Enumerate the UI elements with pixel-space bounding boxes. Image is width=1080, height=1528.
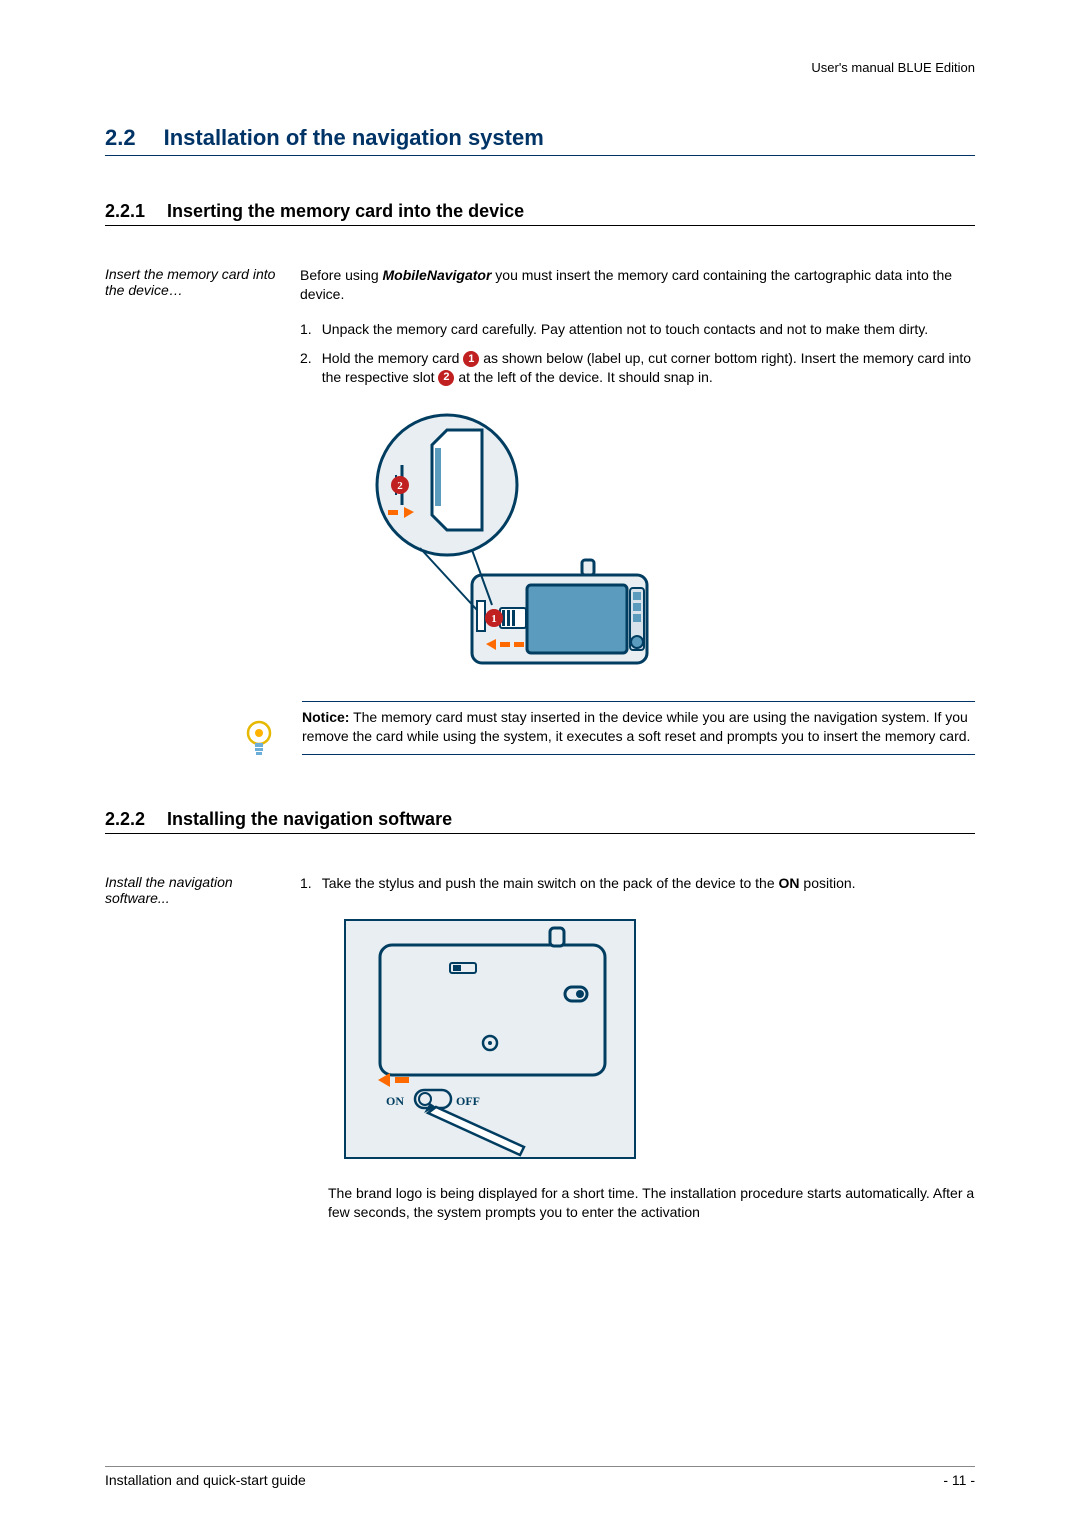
notice-label: Notice: <box>302 709 349 725</box>
product-name: MobileNavigator <box>383 267 492 283</box>
footer-page-number: - 11 - <box>943 1472 975 1488</box>
callout-2-badge: 2 <box>438 370 454 386</box>
lightbulb-icon <box>244 719 274 759</box>
page-footer: Installation and quick-start guide - 11 … <box>105 1466 975 1488</box>
notice-text: The memory card must stay inserted in th… <box>302 709 970 744</box>
intro-pre: Before using <box>300 267 383 283</box>
step-2-text: Hold the memory card 1 as shown below (l… <box>322 349 975 387</box>
svg-text:ON: ON <box>386 1094 404 1108</box>
illustration-power-switch: ON OFF <box>340 915 975 1166</box>
footer-left: Installation and quick-start guide <box>105 1472 306 1488</box>
subsection-2-title: Installing the navigation software <box>167 809 452 830</box>
step-1: 1. Unpack the memory card carefully. Pay… <box>300 320 975 339</box>
svg-text:1: 1 <box>491 613 497 625</box>
power-switch-diagram-svg: ON OFF <box>340 915 640 1163</box>
install-step-1-text: Take the stylus and push the main switch… <box>322 874 856 893</box>
subsection-2-number: 2.2.2 <box>105 809 145 830</box>
margin-note-2: Install the navigation software... <box>105 874 280 1238</box>
subsection-2-heading: 2.2.2 Installing the navigation software <box>105 809 975 834</box>
callout-1-badge: 1 <box>463 351 479 367</box>
memory-card-diagram-svg: 2 1 <box>352 410 658 670</box>
running-header: User's manual BLUE Edition <box>105 60 975 75</box>
subsection-1-title: Inserting the memory card into the devic… <box>167 201 524 222</box>
notice-icon-cell <box>105 701 280 759</box>
illustration-memory-card: 2 1 <box>352 410 975 673</box>
subsection-1-number: 2.2.1 <box>105 201 145 222</box>
on-label-bold: ON <box>779 875 800 891</box>
install-step-1: 1. Take the stylus and push the main swi… <box>300 874 975 893</box>
step-1-text: Unpack the memory card carefully. Pay at… <box>322 320 928 339</box>
subsection-1-heading: 2.2.1 Inserting the memory card into the… <box>105 201 975 226</box>
section-number: 2.2 <box>105 125 136 151</box>
step-1-marker: 1. <box>300 320 312 339</box>
step-2: 2. Hold the memory card 1 as shown below… <box>300 349 975 387</box>
margin-note-1: Insert the memory card into the device… <box>105 266 280 701</box>
svg-text:2: 2 <box>397 480 403 492</box>
post-illustration-caption: The brand logo is being displayed for a … <box>328 1184 975 1222</box>
notice-box: Notice: The memory card must stay insert… <box>302 701 975 755</box>
intro-paragraph: Before using MobileNavigator you must in… <box>300 266 975 304</box>
section-heading: 2.2 Installation of the navigation syste… <box>105 125 975 156</box>
step-2-marker: 2. <box>300 349 312 387</box>
section-title: Installation of the navigation system <box>164 125 544 151</box>
install-step-1-marker: 1. <box>300 874 312 893</box>
svg-text:OFF: OFF <box>456 1094 480 1108</box>
